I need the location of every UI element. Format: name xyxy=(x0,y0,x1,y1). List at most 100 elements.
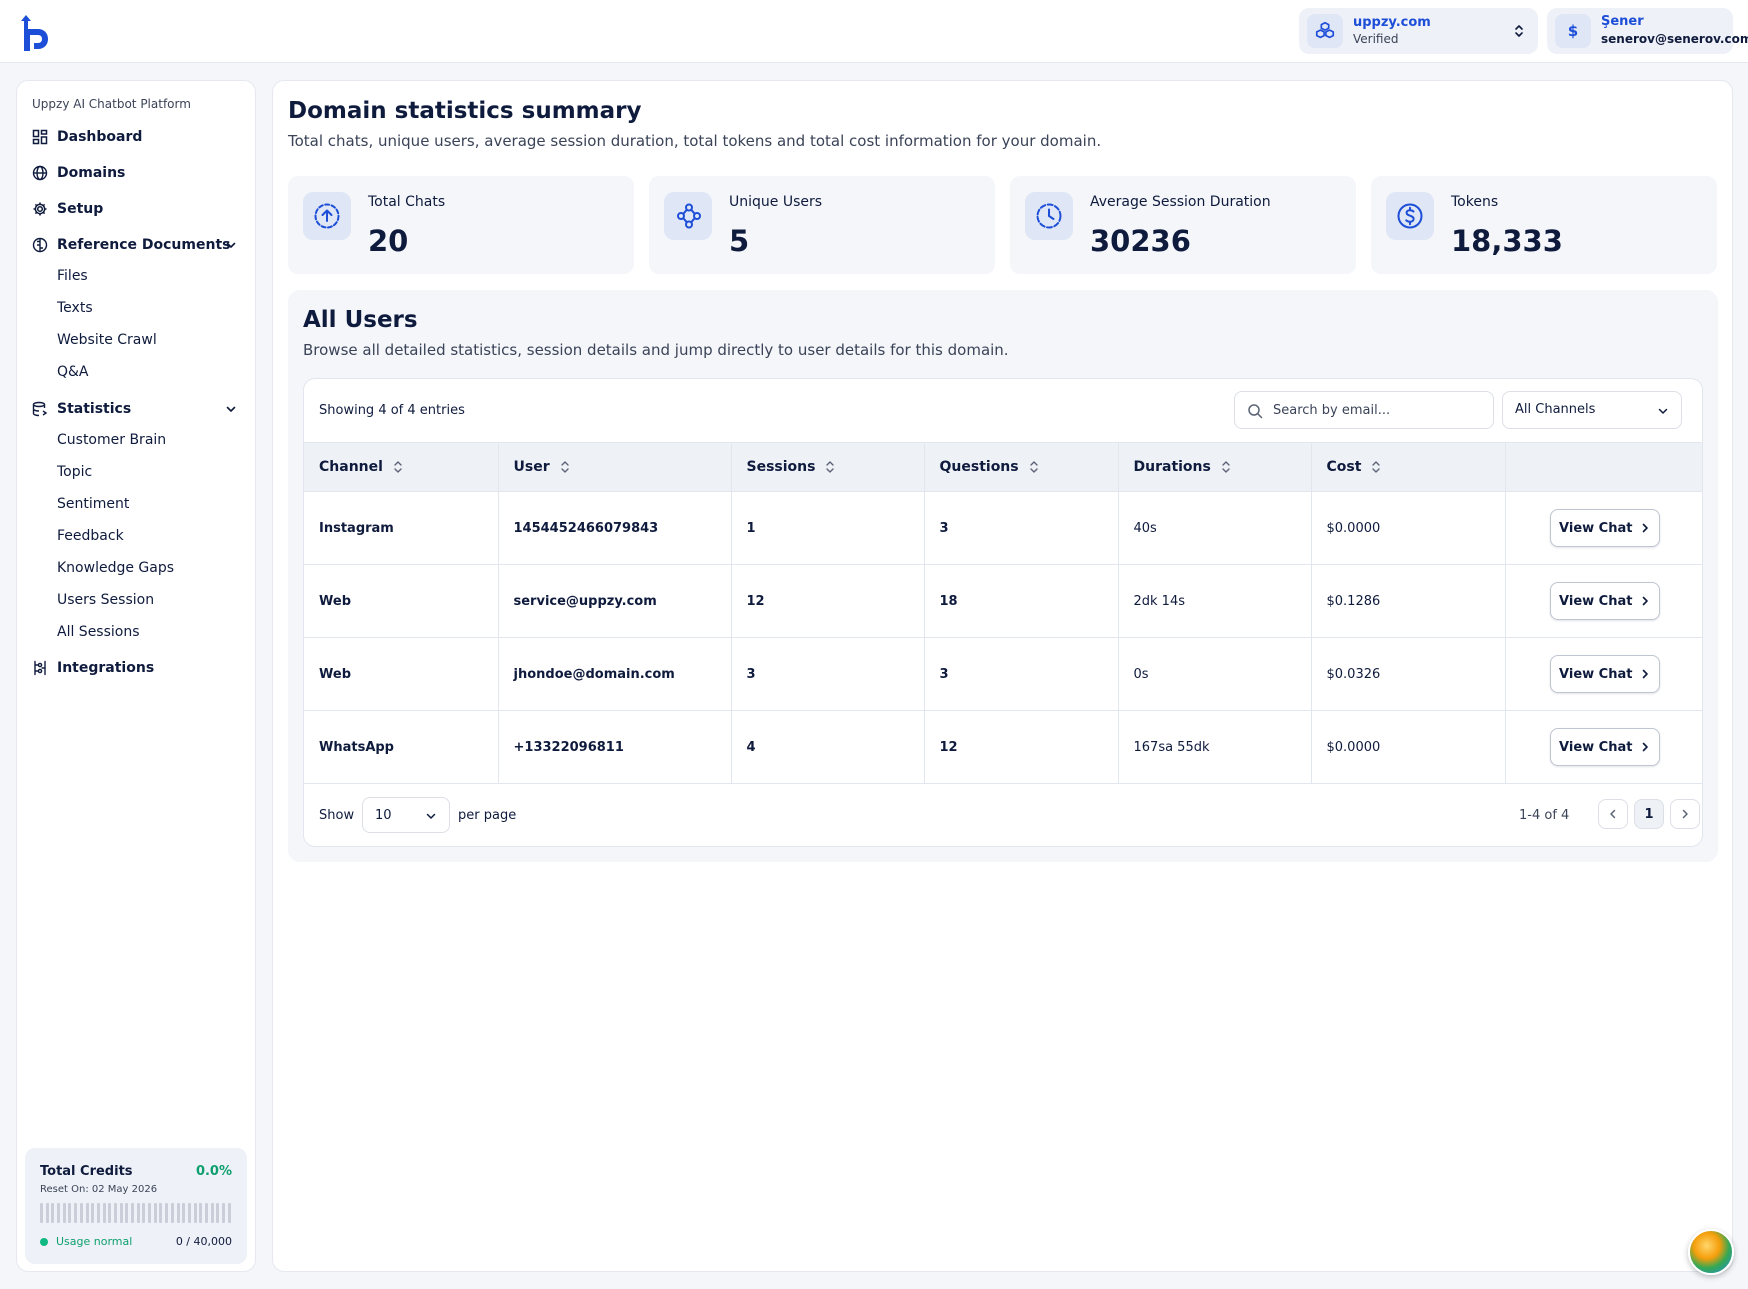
sidebar-item-users-session[interactable]: Users Session xyxy=(57,592,154,608)
cell-duration: 0s xyxy=(1118,637,1312,711)
assistant-launcher-button[interactable] xyxy=(1688,1229,1734,1275)
uppzy-logo[interactable] xyxy=(18,13,56,53)
sidebar-item-texts[interactable]: Texts xyxy=(57,300,93,316)
usage-meter-tick xyxy=(96,1203,100,1223)
usage-meter-tick xyxy=(91,1203,95,1223)
usage-meter-tick xyxy=(113,1203,117,1223)
pager-per-page-label: per page xyxy=(458,808,517,823)
sidebar: Uppzy AI Chatbot Platform Dashboard Doma… xyxy=(16,80,256,1272)
view-chat-button[interactable]: View Chat xyxy=(1549,728,1660,766)
cell-questions: 12 xyxy=(924,710,1119,784)
sidebar-item-qa[interactable]: Q&A xyxy=(57,364,89,380)
column-header-label: Cost xyxy=(1326,459,1362,475)
view-chat-button[interactable]: View Chat xyxy=(1549,509,1660,547)
page-subtitle: Total chats, unique users, average sessi… xyxy=(288,132,1102,150)
sidebar-item-files[interactable]: Files xyxy=(57,268,88,284)
usage-meter-tick xyxy=(45,1203,49,1223)
cell-duration: 40s xyxy=(1118,491,1312,565)
channel-filter-value: All Channels xyxy=(1515,402,1596,417)
cell-sessions: 4 xyxy=(731,710,925,784)
sidebar-item-statistics[interactable]: Statistics xyxy=(32,397,131,421)
column-header-questions[interactable]: Questions xyxy=(924,442,1119,492)
chevron-right-icon xyxy=(1682,809,1688,819)
sidebar-item-sentiment[interactable]: Sentiment xyxy=(57,496,129,512)
usage-meter-tick xyxy=(222,1203,225,1223)
view-chat-button[interactable]: View Chat xyxy=(1549,655,1660,693)
chevron-down-icon[interactable] xyxy=(225,239,237,251)
sidebar-item-integrations[interactable]: Integrations xyxy=(32,656,154,680)
arrow-up-circle-icon xyxy=(303,192,351,240)
table-row: Web service@uppzy.com 12 18 2dk 14s $0.1… xyxy=(304,564,1702,638)
user-email: senerov@senerov.com xyxy=(1601,32,1748,46)
search-box[interactable] xyxy=(1234,391,1494,429)
user-name: Şener xyxy=(1601,14,1644,29)
button-label: View Chat xyxy=(1559,666,1633,682)
main-content: Domain statistics summary Total chats, u… xyxy=(272,80,1733,1272)
usage-meter-tick xyxy=(68,1203,72,1223)
column-header-label: Questions xyxy=(939,459,1019,475)
column-header-durations[interactable]: Durations xyxy=(1118,442,1312,492)
users-table: Channel User Sessions Questions Duration… xyxy=(304,442,1702,784)
cell-channel: Web xyxy=(304,564,499,638)
sidebar-item-dashboard[interactable]: Dashboard xyxy=(32,125,142,149)
cell-channel: Web xyxy=(304,637,499,711)
sidebar-item-setup[interactable]: Setup xyxy=(32,197,103,221)
sidebar-item-all-sessions[interactable]: All Sessions xyxy=(57,624,140,640)
sort-icon xyxy=(1372,461,1381,473)
sidebar-item-feedback[interactable]: Feedback xyxy=(57,528,124,544)
globe-icon xyxy=(32,165,48,181)
sidebar-item-topic[interactable]: Topic xyxy=(57,464,92,480)
cell-cost: $0.1286 xyxy=(1311,564,1506,638)
platform-caption: Uppzy AI Chatbot Platform xyxy=(32,97,191,111)
domain-switcher[interactable]: uppzy.com Verified xyxy=(1299,8,1538,54)
sidebar-item-website-crawl[interactable]: Website Crawl xyxy=(57,332,157,348)
stat-label: Tokens xyxy=(1451,194,1499,210)
usage-meter-tick xyxy=(187,1203,191,1223)
stat-value: 20 xyxy=(368,224,409,258)
sidebar-item-reference-documents[interactable]: Reference Documents xyxy=(32,233,230,257)
chevron-down-icon xyxy=(1658,408,1668,414)
share-nodes-icon xyxy=(664,192,712,240)
next-page-button[interactable] xyxy=(1670,799,1700,829)
cell-user: 1454452466079843 xyxy=(498,491,732,565)
view-chat-button[interactable]: View Chat xyxy=(1549,582,1660,620)
cell-user: +13322096811 xyxy=(498,710,732,784)
channel-filter-select[interactable]: All Channels xyxy=(1502,391,1682,429)
credits-reset-date: Reset On: 02 May 2026 xyxy=(40,1184,158,1195)
column-header-sessions[interactable]: Sessions xyxy=(731,442,925,492)
usage-meter-tick xyxy=(119,1203,123,1223)
usage-meter-tick xyxy=(227,1203,231,1223)
previous-page-button[interactable] xyxy=(1598,799,1628,829)
chevron-right-icon xyxy=(1643,596,1649,606)
sidebar-item-label: Domains xyxy=(57,165,126,181)
usage-meter-tick xyxy=(165,1203,169,1223)
cell-action: View Chat xyxy=(1505,564,1702,638)
usage-meter-tick xyxy=(142,1203,146,1223)
credits-usage: 0 / 40,000 xyxy=(175,1235,232,1248)
button-label: View Chat xyxy=(1559,739,1633,755)
per-page-select[interactable]: 10 xyxy=(362,797,450,833)
sidebar-item-knowledge-gaps[interactable]: Knowledge Gaps xyxy=(57,560,174,576)
column-header-label: Sessions xyxy=(746,459,816,475)
column-header-channel[interactable]: Channel xyxy=(304,442,499,492)
column-header-user[interactable]: User xyxy=(498,442,732,492)
cell-sessions: 1 xyxy=(731,491,925,565)
all-users-panel: All Users Browse all detailed statistics… xyxy=(288,290,1718,862)
stat-label: Unique Users xyxy=(729,194,823,210)
cell-user: jhondoe@domain.com xyxy=(498,637,732,711)
column-header-label: User xyxy=(513,459,550,475)
table-row: Instagram 1454452466079843 1 3 40s $0.00… xyxy=(304,491,1702,565)
search-input[interactable] xyxy=(1273,400,1483,420)
cubes-icon xyxy=(1307,14,1343,48)
user-menu[interactable]: $ Şener senerov@senerov.com xyxy=(1547,8,1748,54)
stat-card-tokens: Tokens 18,333 xyxy=(1371,176,1717,274)
chevron-down-icon[interactable] xyxy=(225,403,237,415)
sidebar-item-domains[interactable]: Domains xyxy=(32,161,125,185)
column-header-cost[interactable]: Cost xyxy=(1311,442,1506,492)
sidebar-item-customer-brain[interactable]: Customer Brain xyxy=(57,432,166,448)
cell-duration: 2dk 14s xyxy=(1118,564,1312,638)
usage-meter-tick xyxy=(182,1203,186,1223)
usage-meter-tick xyxy=(85,1203,89,1223)
page-button-current[interactable]: 1 xyxy=(1634,799,1664,829)
database-icon xyxy=(32,401,48,417)
